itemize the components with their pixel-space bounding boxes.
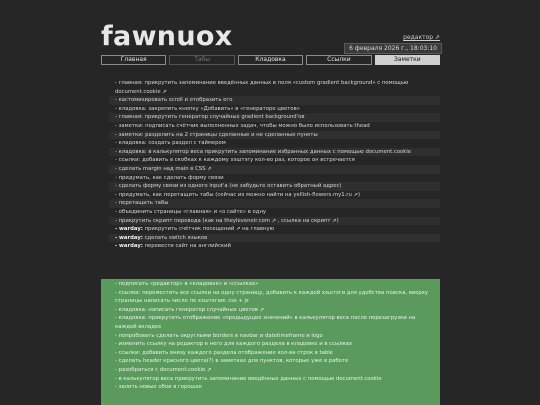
tab-links[interactable]: Ссылки (306, 55, 372, 65)
tab-notes[interactable]: Заметки (374, 55, 441, 65)
done-item: - подписать «редактор» в «кладовке» и «с… (115, 281, 259, 287)
note-item: - кладовка: создать раздел с таймером (115, 140, 226, 147)
done-item: - кладовка: прикрутить отображение «пред… (115, 315, 416, 330)
note-item: - прикрутить скрипт перевода (как на the… (109, 216, 440, 226)
done-item: - в калькулятор веса прикрутить запомина… (115, 375, 382, 382)
note-item: - заметки: подписать счётчик выполненных… (115, 122, 370, 129)
note-item: - сделать margin над main в CSS ⇗ (109, 164, 440, 174)
tab-tabs: Табы (169, 55, 235, 65)
tab-home[interactable]: Главная (101, 55, 167, 65)
note-item: - warday: сделать switch языков (109, 233, 440, 243)
done-item: - разобраться с document.cookie ⇗ (115, 366, 212, 373)
note-item: - перетащить табы (109, 199, 440, 208)
note-item: - придумать, как сделать форму связи (115, 174, 224, 181)
note-text: сделать switch языков (142, 234, 208, 241)
note-text: прикрутить счётчик посещений ⇗ на главну… (142, 226, 275, 233)
note-item: - ссылки: добавить в скобках к каждому х… (115, 157, 355, 164)
note-item: - сделать форму связи из одного input'а … (109, 182, 440, 191)
notes-list: - главная: прикрутить запоминание введён… (109, 79, 440, 251)
datetime-display: 6 февраля 2026 г., 18:03:10 (344, 43, 442, 54)
note-item: - придумать, как перетащить табы (сейчас… (115, 191, 361, 198)
done-item: - ссылки: переместить все ссылки на одну… (115, 289, 428, 305)
note-item: - кастомизировать scroll и отобразить ег… (109, 96, 440, 105)
editor-link[interactable]: редактор ⇗ (403, 34, 440, 41)
note-item: - объединить страницы «главная» и «о сай… (115, 208, 267, 215)
note-text: перевести сайт на английский (142, 243, 231, 250)
tab-storage[interactable]: Кладовка (237, 55, 304, 65)
note-item: - главная: прикрутить генератор случайны… (109, 113, 440, 122)
note-item: - главная: прикрутить запоминание введён… (115, 80, 409, 95)
done-item: - попробовать сделать округлыми borders … (115, 332, 323, 339)
note-item: - warday: прикрутить счётчик посещений ⇗… (109, 225, 440, 234)
note-item: - кладовка: в калькулятор веса прикрутит… (109, 147, 440, 157)
done-item: - сделать header красного цвета(?) в зам… (115, 358, 349, 365)
done-item: - кладовка: написать генератор случайных… (115, 306, 265, 313)
done-item: - залить новые обои в горошек (115, 384, 202, 391)
done-item: - ссылки: добавить внизу каждого раздела… (115, 349, 333, 356)
note-item: - заметки: разделить на 2 страницы сдела… (109, 130, 440, 140)
note-prefix: - warday: (115, 243, 143, 250)
done-item: - изменить ссылку на редактор в него для… (115, 341, 353, 348)
note-prefix: - warday: (115, 234, 143, 241)
note-prefix: - warday: (115, 226, 143, 233)
note-item: - кладовка: закрепить кнопку «Добавить» … (115, 105, 300, 112)
note-item: - warday: перевести сайт на английский (109, 242, 440, 251)
site-logo[interactable]: fawnuox (101, 21, 232, 52)
done-notes-list: - подписать «редактор» в «кладовке» и «с… (109, 280, 440, 392)
nav-tabs: Главная Табы Кладовка Ссылки Заметки (101, 55, 441, 65)
